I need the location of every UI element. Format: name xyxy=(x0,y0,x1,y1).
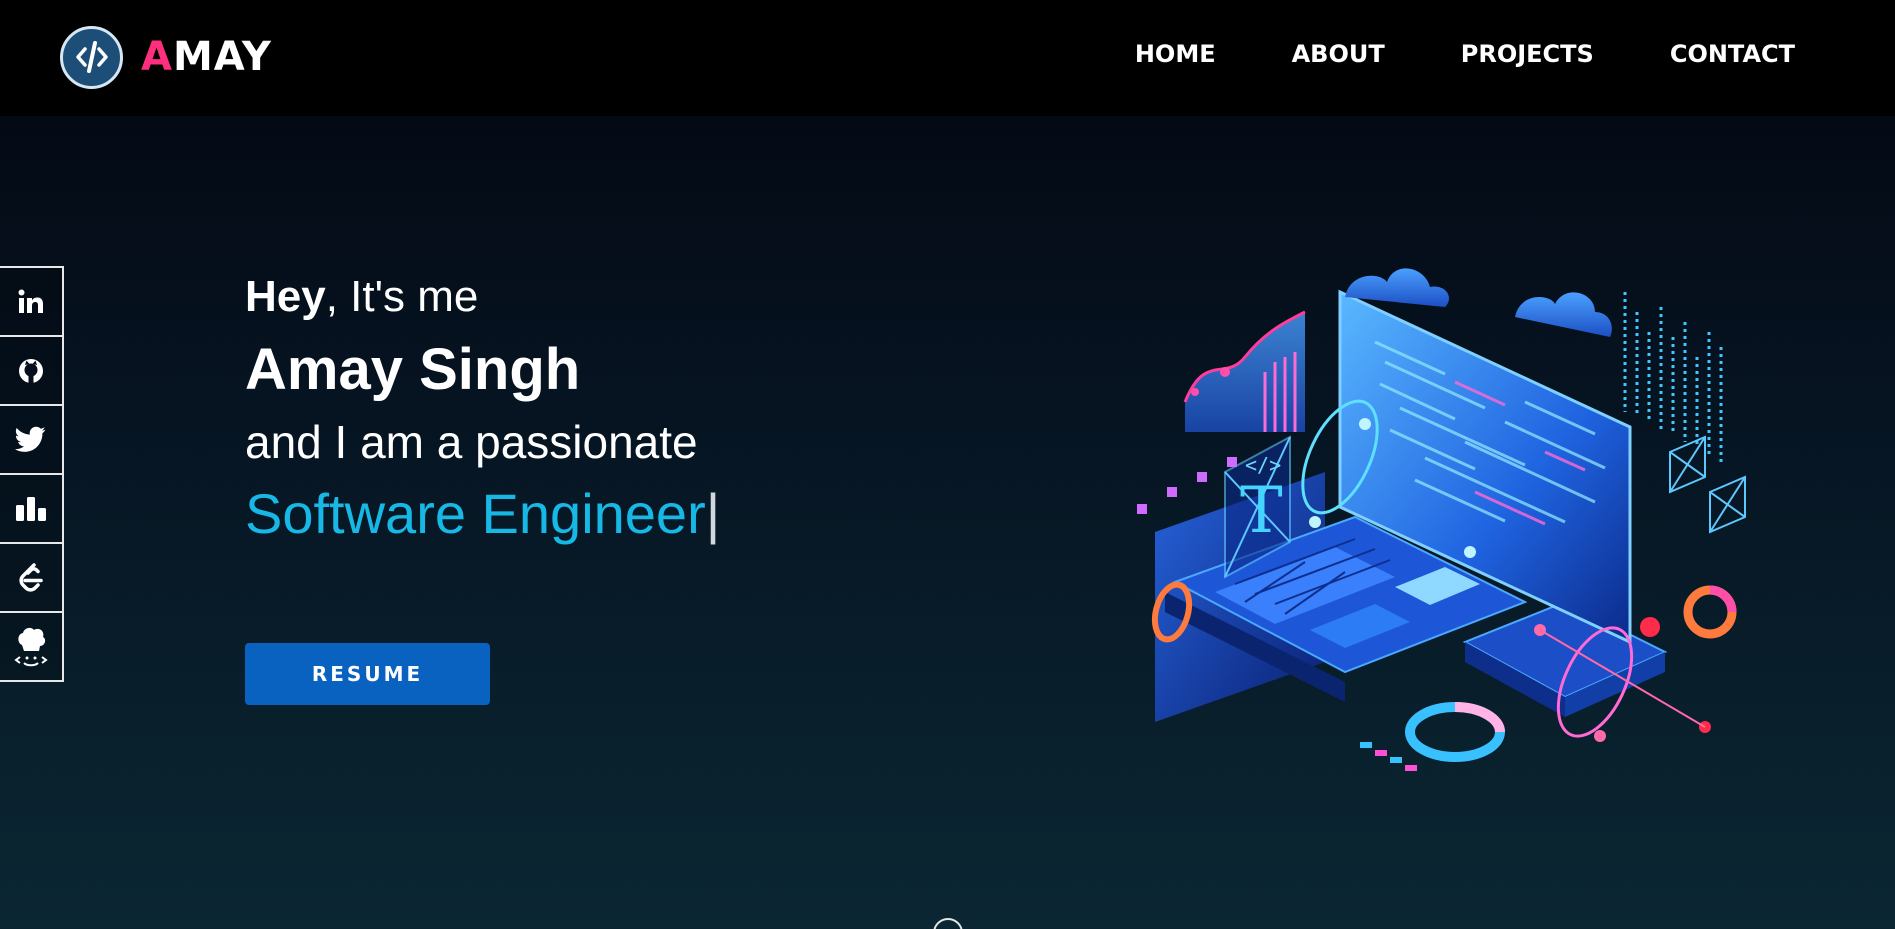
social-github[interactable] xyxy=(0,335,64,406)
social-linkedin[interactable] xyxy=(0,266,64,337)
social-leetcode[interactable] xyxy=(0,542,64,613)
brand-first-letter: A xyxy=(141,34,173,80)
hero-tagline: and I am a passionate xyxy=(245,416,698,468)
nav-contact[interactable]: CONTACT xyxy=(1670,40,1795,68)
hero-text: Hey, It's me Amay Singh and I am a passi… xyxy=(245,272,720,546)
brand[interactable]: AMAY xyxy=(60,25,272,89)
greeting-bold: Hey xyxy=(245,272,326,321)
social-codechef[interactable] xyxy=(0,611,64,682)
nav-about[interactable]: ABOUT xyxy=(1292,40,1385,68)
brand-rest: MAY xyxy=(172,34,272,80)
codechef-icon xyxy=(14,627,48,666)
leetcode-icon xyxy=(19,562,43,592)
nav-home[interactable]: HOME xyxy=(1135,40,1216,68)
social-twitter[interactable] xyxy=(0,404,64,475)
github-icon xyxy=(19,358,43,383)
nav-projects[interactable]: PROJECTS xyxy=(1461,40,1594,68)
typing-cursor: | xyxy=(705,482,721,545)
hero-greeting: Hey, It's me xyxy=(245,272,720,322)
top-navbar: AMAY HOME ABOUT PROJECTS CONTACT xyxy=(0,0,1895,116)
greeting-rest: , It's me xyxy=(325,272,479,321)
resume-button[interactable]: RESUME xyxy=(245,643,490,705)
scroll-down-indicator[interactable] xyxy=(933,918,963,929)
social-sidebar xyxy=(0,266,64,682)
role-text: Software Engineer xyxy=(245,482,706,545)
illustration-code-tag: </> xyxy=(1245,453,1281,477)
illustration-letter: T xyxy=(1240,474,1283,548)
nav-links: HOME ABOUT PROJECTS CONTACT xyxy=(1059,40,1795,68)
hero-role: Software Engineer| xyxy=(245,481,720,546)
code-slash-icon xyxy=(60,25,123,89)
social-stats[interactable] xyxy=(0,473,64,544)
hero-name: Amay Singh xyxy=(245,337,581,402)
bar-chart-icon xyxy=(16,496,46,521)
brand-name: AMAY xyxy=(141,34,272,80)
linkedin-icon xyxy=(18,289,43,313)
isometric-computer-illustration: T </> xyxy=(1137,268,1746,771)
twitter-icon xyxy=(14,426,46,452)
